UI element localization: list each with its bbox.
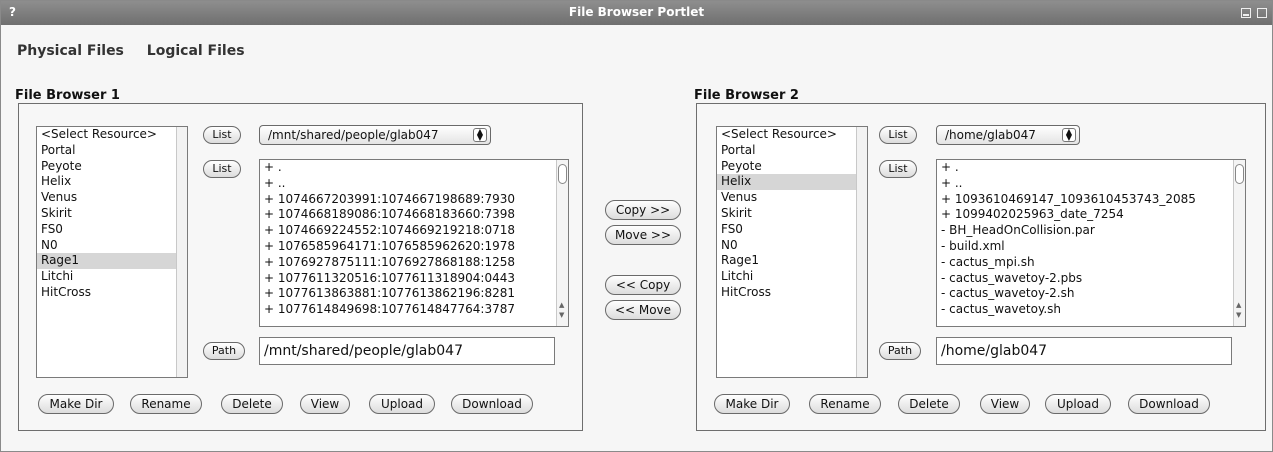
delete-button[interactable]: Delete bbox=[898, 394, 960, 414]
file-browser-1-title: File Browser 1 bbox=[15, 88, 120, 103]
file-item[interactable]: + 1099402025963_date_7254 bbox=[937, 207, 1245, 223]
file-item[interactable]: - cactus_wavetoy-2.pbs bbox=[937, 271, 1245, 287]
scroll-thumb[interactable] bbox=[558, 164, 567, 184]
path-input[interactable]: /home/glab047 bbox=[936, 337, 1232, 365]
resource-item[interactable]: <Select Resource> bbox=[717, 127, 867, 143]
resource-item[interactable]: Venus bbox=[37, 190, 187, 206]
upload-button[interactable]: Upload bbox=[1045, 394, 1111, 414]
file-list[interactable]: + . + .. + 1074667203991:1074667198689:7… bbox=[259, 159, 569, 327]
path-input[interactable]: /mnt/shared/people/glab047 bbox=[259, 337, 555, 365]
scroll-down-icon[interactable]: ▼ bbox=[559, 308, 564, 324]
list-files-button[interactable]: List bbox=[879, 160, 917, 178]
file-browser-portlet-window: ? File Browser Portlet Physical Files Lo… bbox=[0, 0, 1273, 452]
file-item[interactable]: + 1074669224552:1074669219218:0718 bbox=[260, 223, 568, 239]
copy-left-button[interactable]: << Copy bbox=[605, 275, 681, 295]
resource-item[interactable]: Litchi bbox=[717, 269, 867, 285]
resource-item[interactable]: HitCross bbox=[37, 285, 187, 301]
resource-item[interactable]: Rage1 bbox=[717, 253, 867, 269]
make-dir-button[interactable]: Make Dir bbox=[38, 394, 114, 414]
resource-item[interactable]: N0 bbox=[37, 238, 187, 254]
file-item[interactable]: + .. bbox=[937, 176, 1245, 192]
file-item[interactable]: - build.xml bbox=[937, 239, 1245, 255]
file-item[interactable]: - cactus_mpi.sh bbox=[937, 255, 1245, 271]
file-type-tabs: Physical Files Logical Files bbox=[17, 43, 263, 59]
file-item[interactable]: - BH_HeadOnCollision.par bbox=[937, 223, 1245, 239]
upload-button[interactable]: Upload bbox=[369, 394, 435, 414]
file-item[interactable]: + . bbox=[260, 160, 568, 176]
tab-physical-files[interactable]: Physical Files bbox=[17, 43, 124, 59]
directory-select[interactable]: /home/glab047 ▲ ▼ bbox=[936, 125, 1080, 145]
scroll-down-icon[interactable]: ▼ bbox=[1236, 308, 1241, 324]
download-button[interactable]: Download bbox=[1128, 394, 1210, 414]
title-bar: ? File Browser Portlet bbox=[1, 1, 1272, 25]
minimize-icon[interactable] bbox=[1241, 8, 1251, 18]
make-dir-button[interactable]: Make Dir bbox=[714, 394, 790, 414]
rename-button[interactable]: Rename bbox=[130, 394, 202, 414]
move-left-button[interactable]: << Move bbox=[605, 300, 681, 320]
file-item[interactable]: + . bbox=[937, 160, 1245, 176]
resource-item[interactable]: N0 bbox=[717, 238, 867, 254]
path-button[interactable]: Path bbox=[203, 342, 245, 360]
rename-button[interactable]: Rename bbox=[809, 394, 881, 414]
select-arrows-icon: ▲ ▼ bbox=[1062, 128, 1076, 142]
resource-item[interactable]: <Select Resource> bbox=[37, 127, 187, 143]
maximize-icon[interactable] bbox=[1257, 8, 1267, 18]
resource-item[interactable]: Skirit bbox=[37, 206, 187, 222]
file-item[interactable]: + 1093610469147_1093610453743_2085 bbox=[937, 192, 1245, 208]
download-button[interactable]: Download bbox=[451, 394, 533, 414]
resource-list[interactable]: <Select Resource> Portal Peyote Helix Ve… bbox=[716, 126, 868, 378]
tab-logical-files[interactable]: Logical Files bbox=[147, 43, 245, 59]
resource-item[interactable]: FS0 bbox=[717, 222, 867, 238]
file-item[interactable]: + .. bbox=[260, 176, 568, 192]
resource-item[interactable]: Litchi bbox=[37, 269, 187, 285]
resource-item-selected[interactable]: Helix bbox=[717, 174, 867, 191]
resource-item[interactable]: Peyote bbox=[37, 159, 187, 175]
directory-select-value: /home/glab047 bbox=[945, 128, 1036, 142]
resource-item-selected[interactable]: Rage1 bbox=[37, 253, 187, 270]
move-right-button[interactable]: Move >> bbox=[605, 225, 681, 245]
delete-button[interactable]: Delete bbox=[221, 394, 283, 414]
select-arrows-icon: ▲ ▼ bbox=[473, 128, 487, 142]
file-list-scrollbar[interactable]: ▲ ▼ bbox=[556, 160, 568, 326]
resource-list-scrollbar[interactable] bbox=[176, 127, 187, 377]
file-item[interactable]: - cactus_wavetoy-2.sh bbox=[937, 286, 1245, 302]
file-browser-2-title: File Browser 2 bbox=[694, 88, 799, 103]
file-item[interactable]: + 1076927875111:1076927868188:1258 bbox=[260, 255, 568, 271]
list-resources-button[interactable]: List bbox=[879, 126, 917, 144]
resource-item[interactable]: Venus bbox=[717, 190, 867, 206]
resource-item[interactable]: Portal bbox=[37, 143, 187, 159]
view-button[interactable]: View bbox=[300, 394, 350, 414]
file-item[interactable]: + 1074667203991:1074667198689:7930 bbox=[260, 192, 568, 208]
file-list[interactable]: + . + .. + 1093610469147_1093610453743_2… bbox=[936, 159, 1246, 327]
file-item[interactable]: + 1077613863881:1077613862196:8281 bbox=[260, 286, 568, 302]
file-item[interactable]: + 1077611320516:1077611318904:0443 bbox=[260, 271, 568, 287]
window-title: File Browser Portlet bbox=[568, 5, 705, 19]
resource-item[interactable]: Portal bbox=[717, 143, 867, 159]
list-resources-button[interactable]: List bbox=[203, 126, 241, 144]
file-item[interactable]: + 1077614849698:1077614847764:3787 bbox=[260, 302, 568, 318]
resource-item[interactable]: FS0 bbox=[37, 222, 187, 238]
directory-select[interactable]: /mnt/shared/people/glab047 ▲ ▼ bbox=[259, 125, 491, 145]
file-list-scrollbar[interactable]: ▲ ▼ bbox=[1233, 160, 1245, 326]
file-item[interactable]: + 1074668189086:1074668183660:7398 bbox=[260, 207, 568, 223]
resource-list-scrollbar[interactable] bbox=[856, 127, 867, 377]
file-item[interactable]: + 1076585964171:1076585962620:1978 bbox=[260, 239, 568, 255]
scroll-thumb[interactable] bbox=[1235, 164, 1244, 184]
file-browser-1-panel: <Select Resource> Portal Peyote Helix Ve… bbox=[18, 103, 583, 431]
resource-item[interactable]: Helix bbox=[37, 174, 187, 190]
file-item[interactable]: - cactus_wavetoy.sh bbox=[937, 302, 1245, 318]
resource-item[interactable]: HitCross bbox=[717, 285, 867, 301]
path-button[interactable]: Path bbox=[879, 342, 921, 360]
directory-select-value: /mnt/shared/people/glab047 bbox=[268, 128, 439, 142]
file-browser-2-panel: <Select Resource> Portal Peyote Helix Ve… bbox=[696, 103, 1266, 431]
view-button[interactable]: View bbox=[980, 394, 1030, 414]
resource-item[interactable]: Peyote bbox=[717, 159, 867, 175]
resource-item[interactable]: Skirit bbox=[717, 206, 867, 222]
list-files-button[interactable]: List bbox=[203, 160, 241, 178]
resource-list[interactable]: <Select Resource> Portal Peyote Helix Ve… bbox=[36, 126, 188, 378]
copy-right-button[interactable]: Copy >> bbox=[605, 200, 681, 220]
